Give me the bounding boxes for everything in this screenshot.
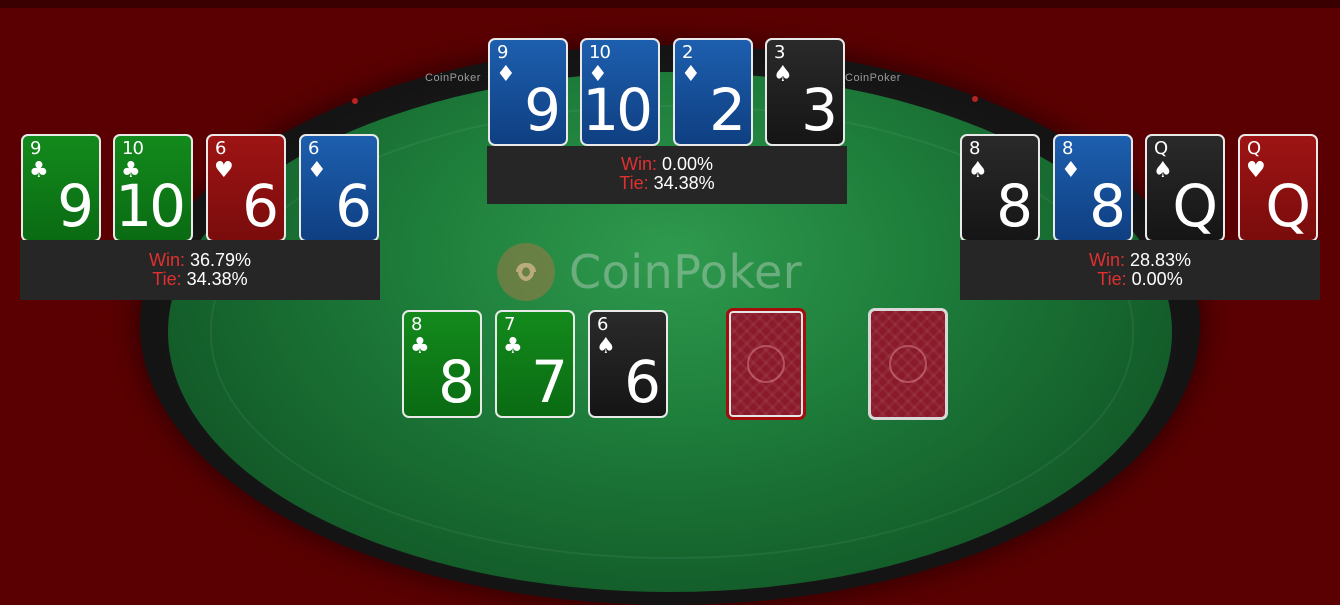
win-value: 0.00% [661, 154, 714, 174]
tie-value: 34.38% [653, 173, 715, 193]
card-suit-icon: ♦ [307, 158, 327, 183]
top-hand-card: 9 ♦ 9 [488, 38, 568, 146]
card-back-logo-icon [747, 345, 785, 383]
rail-brand-text-left: CoinPoker [425, 72, 481, 84]
card-suit-icon: ♦ [1061, 158, 1081, 183]
card-rank-corner: 3 [774, 42, 785, 63]
card-rank-large: Q [1172, 172, 1218, 240]
rail-marker [972, 96, 978, 102]
coinpoker-logo-text: CoinPoker [569, 245, 803, 299]
card-rank-corner: 9 [497, 42, 508, 63]
board-card: 6 ♠ 6 [588, 310, 668, 418]
top-hand-card: 10 ♦ 10 [580, 38, 660, 146]
card-rank-large: 9 [524, 76, 561, 144]
board-card: 8 ♣ 8 [402, 310, 482, 418]
top-hand-card: 3 ♠ 3 [765, 38, 845, 146]
card-suit-icon: ♦ [681, 62, 701, 87]
card-suit-icon: ♣ [503, 334, 523, 359]
right-hand-card: Q ♠ Q [1145, 134, 1225, 242]
win-value: 28.83% [1129, 250, 1192, 270]
card-rank-corner: Q [1154, 138, 1168, 159]
card-rank-large: 10 [582, 76, 653, 144]
right-hand-card: 8 ♦ 8 [1053, 134, 1133, 242]
tie-value: 34.38% [186, 269, 248, 289]
card-rank-corner: 8 [411, 314, 422, 335]
tie-label: Tie: [1097, 269, 1127, 289]
card-back-logo-icon [889, 345, 927, 383]
card-rank-corner: 6 [597, 314, 608, 335]
card-suit-icon: ♠ [968, 158, 988, 183]
card-rank-corner: 8 [969, 138, 980, 159]
card-suit-icon: ♣ [410, 334, 430, 359]
tie-label: Tie: [152, 269, 182, 289]
card-rank-large: 8 [438, 348, 475, 416]
card-suit-icon: ♥ [1246, 158, 1266, 183]
board-card: 7 ♣ 7 [495, 310, 575, 418]
top-bar [0, 0, 1340, 8]
card-rank-corner: Q [1247, 138, 1261, 159]
left-hand-card: 10 ♣ 10 [113, 134, 193, 242]
card-rank-large: Q [1265, 172, 1311, 240]
card-rank-corner: 10 [589, 42, 611, 63]
equity-panel-right: Win: 28.83% Tie: 0.00% [960, 240, 1320, 300]
card-rank-corner: 2 [682, 42, 693, 63]
left-hand-card: 6 ♥ 6 [206, 134, 286, 242]
card-suit-icon: ♠ [1153, 158, 1173, 183]
card-rank-corner: 6 [308, 138, 319, 159]
win-value: 36.79% [189, 250, 252, 270]
tie-label: Tie: [619, 173, 649, 193]
card-suit-icon: ♠ [773, 62, 793, 87]
coinpoker-logo-icon [497, 243, 555, 301]
coinpoker-logo: CoinPoker [497, 240, 802, 304]
card-suit-icon: ♣ [29, 158, 49, 183]
card-rank-large: 2 [709, 76, 746, 144]
left-hand-card: 6 ♦ 6 [299, 134, 379, 242]
card-rank-corner: 6 [215, 138, 226, 159]
right-hand-card: 8 ♠ 8 [960, 134, 1040, 242]
card-rank-large: 6 [242, 172, 279, 240]
win-label: Win: [620, 154, 657, 174]
card-rank-large: 3 [801, 76, 838, 144]
win-label: Win: [148, 250, 185, 270]
face-down-card[interactable] [868, 308, 948, 420]
equity-panel-left: Win: 36.79% Tie: 34.38% [20, 240, 380, 300]
card-rank-corner: 9 [30, 138, 41, 159]
win-label: Win: [1088, 250, 1125, 270]
card-suit-icon: ♦ [496, 62, 516, 87]
card-suit-icon: ♠ [596, 334, 616, 359]
card-rank-corner: 8 [1062, 138, 1073, 159]
card-rank-large: 6 [335, 172, 372, 240]
tie-value: 0.00% [1131, 269, 1183, 289]
card-rank-large: 8 [1089, 172, 1126, 240]
card-rank-corner: 10 [122, 138, 144, 159]
card-suit-icon: ♥ [214, 158, 234, 183]
equity-panel-top: Win: 0.00% Tie: 34.38% [487, 146, 847, 204]
card-rank-large: 10 [115, 172, 186, 240]
card-rank-large: 6 [624, 348, 661, 416]
card-rank-large: 8 [996, 172, 1033, 240]
top-hand-card: 2 ♦ 2 [673, 38, 753, 146]
card-rank-corner: 7 [504, 314, 515, 335]
left-hand-card: 9 ♣ 9 [21, 134, 101, 242]
rail-marker [352, 98, 358, 104]
right-hand-card: Q ♥ Q [1238, 134, 1318, 242]
card-rank-large: 9 [57, 172, 94, 240]
card-rank-large: 7 [531, 348, 568, 416]
rail-brand-text-right: CoinPoker [845, 72, 901, 84]
face-down-card[interactable] [726, 308, 806, 420]
